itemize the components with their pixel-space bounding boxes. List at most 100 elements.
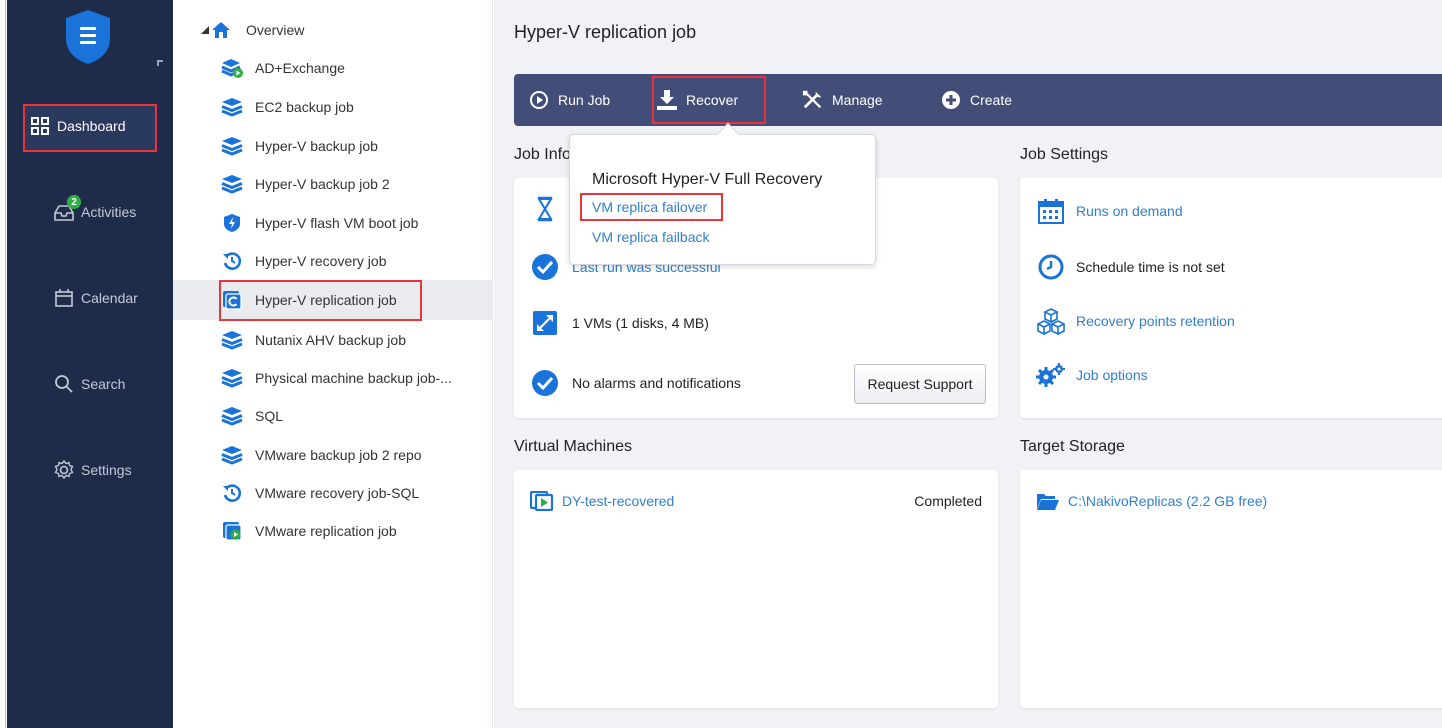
clock-icon: [1036, 252, 1066, 282]
tree-item-label: AD+Exchange: [255, 60, 345, 76]
sidebar-item-label: Settings: [81, 462, 132, 478]
virtual-machines-card: DY-test-recovered Completed: [514, 470, 998, 708]
sidebar-item-search[interactable]: Search: [7, 362, 173, 406]
replication-job-icon: [221, 289, 243, 311]
tree-item-selected[interactable]: Hyper-V replication job: [173, 280, 493, 320]
alarms-text: No alarms and notifications: [572, 375, 741, 391]
calendar-icon: [53, 287, 75, 309]
runs-on-demand-row[interactable]: Runs on demand: [1036, 196, 1183, 226]
tree-item-label: Overview: [246, 22, 305, 38]
tree-item[interactable]: Hyper-V backup job 2: [173, 166, 493, 202]
tree-item-label: Nutanix AHV backup job: [255, 332, 406, 348]
tree-item[interactable]: VMware replication job: [173, 513, 493, 549]
tree-item[interactable]: Hyper-V backup job: [173, 128, 493, 164]
request-support-button[interactable]: Request Support: [854, 364, 986, 404]
tree-item-label: VMware replication job: [255, 523, 397, 539]
backup-job-icon: [221, 367, 243, 389]
backup-job-icon: [221, 405, 243, 427]
recovery-job-icon: [221, 250, 243, 272]
virtual-machines-title: Virtual Machines: [514, 438, 632, 455]
sidebar-item-label: Dashboard: [57, 118, 126, 134]
vms-summary: 1 VMs (1 disks, 4 MB): [572, 315, 709, 331]
vms-row: 1 VMs (1 disks, 4 MB): [530, 308, 709, 338]
target-storage-card: C:\NakivoReplicas (2.2 GB free): [1020, 470, 1442, 708]
sidebar: Dashboard 2 Activities Calendar Search S…: [7, 0, 173, 728]
vm-replica-icon: [530, 490, 554, 512]
vm-name-link[interactable]: DY-test-recovered: [562, 493, 674, 509]
recover-dropdown: Microsoft Hyper-V Full Recovery VM repli…: [569, 122, 876, 265]
toolbar: Run Job Recover Manage Create: [514, 74, 1442, 126]
collapse-sidebar-icon[interactable]: [157, 60, 163, 66]
tree-item-label: VMware backup job 2 repo: [255, 447, 422, 463]
app-logo-icon[interactable]: [62, 8, 114, 66]
schedule-row: Schedule time is not set: [1036, 252, 1225, 282]
tree-item[interactable]: AD+Exchange: [173, 50, 493, 86]
sidebar-item-settings[interactable]: Settings: [7, 448, 173, 492]
tree-item[interactable]: EC2 backup job: [173, 89, 493, 125]
vm-replica-failover-link[interactable]: VM replica failover: [592, 199, 707, 215]
dropdown-title: Microsoft Hyper-V Full Recovery: [592, 171, 823, 188]
sidebar-item-label: Calendar: [81, 290, 138, 306]
job-info-title: Job Info: [514, 146, 571, 163]
tree-item[interactable]: VMware recovery job-SQL: [173, 475, 493, 511]
run-job-button[interactable]: Run Job: [528, 74, 610, 126]
search-icon: [53, 373, 75, 395]
job-options-link: Job options: [1076, 367, 1148, 383]
job-settings-title: Job Settings: [1020, 146, 1109, 163]
manage-label: Manage: [832, 92, 883, 108]
plus-circle-icon: [940, 89, 962, 111]
job-status-row: [530, 194, 572, 224]
gear-icon: [53, 459, 75, 481]
backup-job-icon: [221, 135, 243, 157]
tree-item[interactable]: VMware backup job 2 repo: [173, 437, 493, 473]
tree-item[interactable]: Nutanix AHV backup job: [173, 322, 493, 358]
sidebar-item-label: Activities: [81, 204, 137, 220]
vm-status: Completed: [914, 493, 982, 509]
check-circle-icon: [530, 252, 560, 282]
expand-caret-icon[interactable]: [201, 26, 209, 34]
check-circle-icon: [530, 368, 560, 398]
app-window: Dashboard 2 Activities Calendar Search S…: [0, 0, 1442, 728]
tree-item-label: SQL: [255, 408, 284, 424]
replication-running-icon: [221, 520, 243, 542]
create-button[interactable]: Create: [940, 74, 1012, 126]
recovery-job-icon: [221, 482, 243, 504]
activities-badge: 2: [67, 195, 81, 209]
tree-item-overview[interactable]: Overview: [173, 12, 493, 48]
tree-item[interactable]: SQL: [173, 398, 493, 434]
dashboard-grid-icon: [29, 115, 51, 137]
tree-item-label: Hyper-V recovery job: [255, 253, 387, 269]
inbox-icon: 2: [53, 195, 81, 223]
tree-item-label: EC2 backup job: [255, 99, 354, 115]
job-options-row[interactable]: Job options: [1036, 360, 1148, 390]
storage-path-link[interactable]: C:\NakivoReplicas (2.2 GB free): [1068, 493, 1267, 509]
recover-label: Recover: [686, 92, 739, 108]
play-circle-icon: [528, 89, 550, 111]
tree-item-label: Hyper-V replication job: [255, 292, 397, 308]
retention-row[interactable]: Recovery points retention: [1036, 306, 1235, 336]
alarms-row: No alarms and notifications: [530, 368, 741, 398]
manage-button[interactable]: Manage: [802, 74, 883, 126]
tree-item[interactable]: Hyper-V flash VM boot job: [173, 205, 493, 241]
vm-row: DY-test-recovered Completed: [530, 490, 982, 512]
cubes-icon: [1036, 306, 1066, 336]
recover-button[interactable]: Recover: [656, 74, 738, 126]
backup-job-icon: [221, 96, 243, 118]
tree-item-label: Hyper-V flash VM boot job: [255, 215, 419, 231]
folder-open-icon: [1036, 490, 1060, 512]
run-job-label: Run Job: [558, 92, 611, 108]
page-title: Hyper-V replication job: [514, 22, 697, 42]
tree-item[interactable]: Hyper-V recovery job: [173, 243, 493, 279]
runs-on-demand-link: Runs on demand: [1076, 203, 1183, 219]
sidebar-item-label: Search: [81, 376, 126, 392]
tree-item[interactable]: Physical machine backup job-...: [173, 360, 493, 396]
sidebar-item-activities[interactable]: 2 Activities: [7, 190, 173, 234]
sidebar-item-calendar[interactable]: Calendar: [7, 276, 173, 320]
vm-replica-failback-link[interactable]: VM replica failback: [592, 229, 710, 245]
create-label: Create: [970, 92, 1013, 108]
tree-item-label: Hyper-V backup job: [255, 138, 378, 154]
sidebar-item-dashboard[interactable]: Dashboard: [7, 104, 173, 152]
download-icon: [656, 89, 678, 111]
target-storage-title: Target Storage: [1020, 438, 1125, 455]
schedule-text: Schedule time is not set: [1076, 259, 1225, 275]
